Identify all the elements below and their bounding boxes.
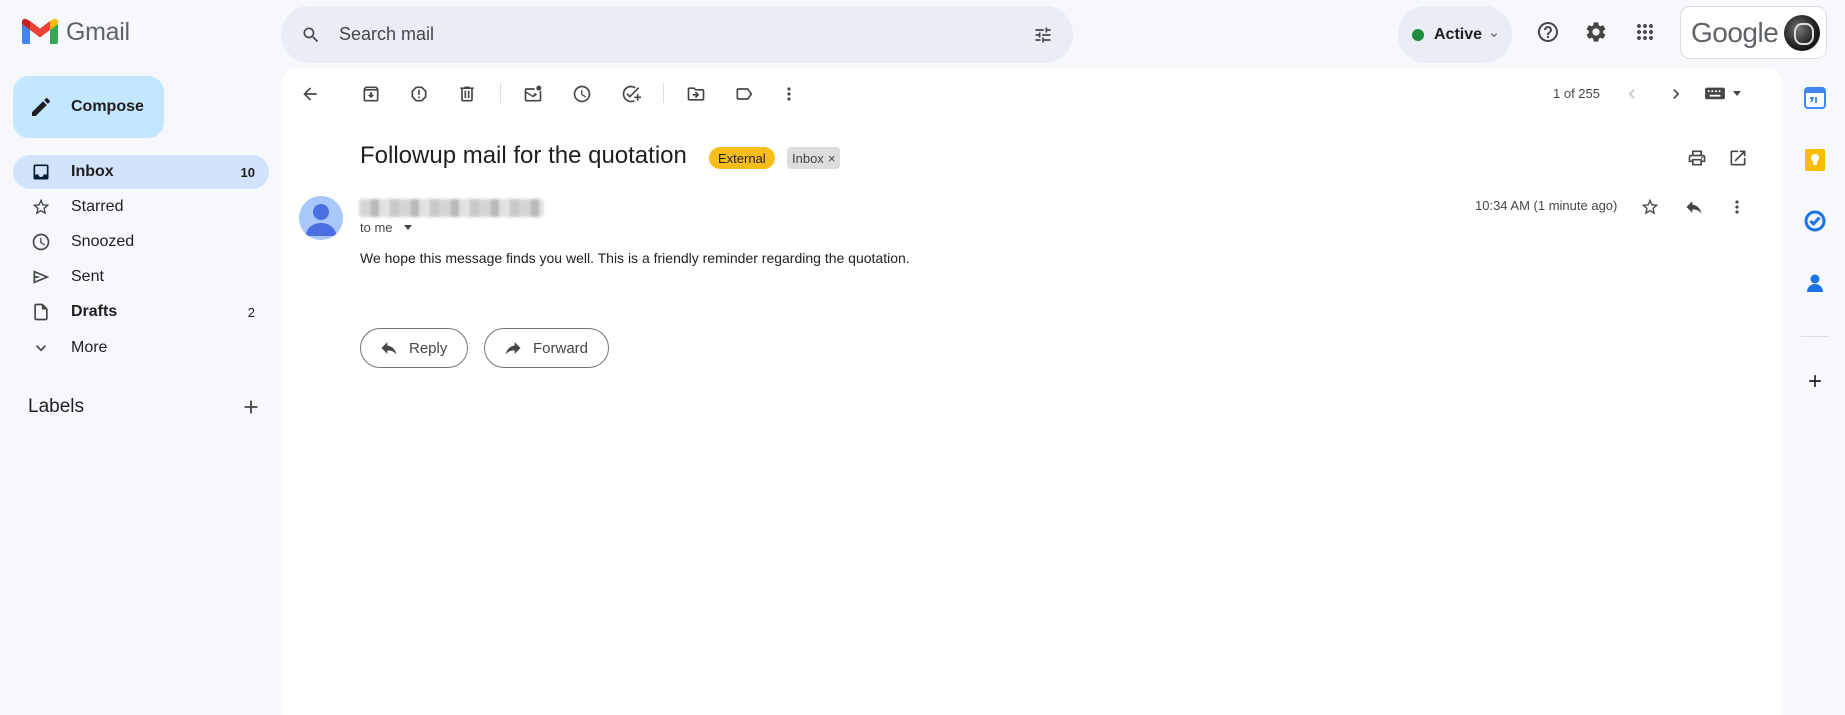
input-tools-button[interactable] [1704,84,1742,102]
sidebar-item-drafts[interactable]: Drafts 2 [13,295,269,329]
plus-icon[interactable] [240,396,262,418]
help-icon[interactable] [1528,12,1568,52]
add-task-icon[interactable] [611,74,651,114]
sidebar-item-starred[interactable]: Starred [13,190,269,224]
sidebar-item-label: More [71,339,108,356]
sidebar-item-inbox[interactable]: Inbox 10 [13,155,269,189]
calendar-icon[interactable] [1803,86,1827,110]
compose-label: Compose [71,98,144,115]
reply-button[interactable]: Reply [360,328,469,368]
search-options-icon[interactable] [1023,15,1063,55]
draft-count: 2 [247,304,255,320]
reply-icon [381,342,397,355]
remove-label-icon[interactable]: × [828,151,836,166]
email-body: We hope this message finds you well. Thi… [360,250,910,266]
apps-grid-icon[interactable] [1625,12,1665,52]
account-switcher[interactable]: Google [1680,6,1827,59]
clock-icon [32,233,50,251]
pagination-count: 1 of 255 [1553,86,1600,101]
compose-button[interactable]: Compose [13,76,164,138]
move-to-folder-icon[interactable] [676,74,716,114]
gmail-m-icon [22,18,58,44]
pencil-icon [32,97,51,116]
chevron-left-icon[interactable] [1612,74,1652,114]
sender-avatar[interactable] [299,196,343,240]
search-input[interactable] [331,24,1023,45]
chevron-down-icon [1491,32,1498,37]
star-icon [32,198,50,215]
caret-down-icon [403,225,412,230]
chevron-down-icon [36,345,46,352]
labels-section: Labels [28,396,262,418]
recipient-details[interactable]: to me [360,220,412,235]
sidebar-item-label: Inbox [71,163,114,180]
sender-name-redacted [359,199,544,217]
caret-down-icon [1733,91,1741,96]
user-avatar[interactable] [1784,14,1820,51]
get-addons-plus-icon[interactable] [1803,369,1827,393]
sidebar-item-sent[interactable]: Sent [13,260,269,294]
mark-unread-icon[interactable] [513,74,553,114]
status-dot-icon [1412,28,1424,41]
gmail-logo[interactable]: Gmail [22,16,130,48]
email-timestamp: 10:34 AM (1 minute ago) [1475,198,1618,213]
search-bar[interactable] [281,6,1073,63]
rail-divider [1801,336,1829,337]
reply-label: Reply [409,339,448,357]
sidebar-item-more[interactable]: More [13,331,269,365]
status-button[interactable]: Active [1398,6,1512,63]
print-icon[interactable] [1677,138,1717,178]
person-icon [305,204,337,236]
inbox-label-text: Inbox [792,150,824,166]
draft-icon [34,303,48,321]
google-wordmark: Google [1691,16,1779,48]
keyboard-icon [1705,87,1725,100]
forward-button[interactable]: Forward [484,328,610,368]
external-badge: External [709,147,775,169]
inbox-label-chip[interactable]: Inbox × [787,147,841,169]
sidebar-item-label: Drafts [71,303,118,320]
back-arrow-icon[interactable] [290,74,330,114]
snooze-clock-icon[interactable] [562,74,602,114]
toolbar-divider [500,83,501,103]
contacts-icon[interactable] [1803,271,1827,295]
star-icon[interactable] [1630,187,1670,227]
reply-arrow-icon[interactable] [1674,187,1714,227]
report-spam-icon[interactable] [399,74,439,114]
labels-title: Labels [28,396,84,417]
sidebar-item-snoozed[interactable]: Snoozed [13,225,269,259]
sidebar-item-label: Starred [71,198,124,215]
sidebar-item-label: Sent [71,268,104,285]
status-label: Active [1434,25,1483,43]
settings-gear-icon[interactable] [1576,12,1616,52]
forward-label: Forward [533,339,589,357]
forward-icon [505,342,521,355]
send-icon [33,270,50,284]
label-tag-icon[interactable] [724,74,764,114]
chevron-right-icon[interactable] [1656,74,1696,114]
open-in-new-window-icon[interactable] [1718,138,1758,178]
more-vert-icon[interactable] [769,74,809,114]
tasks-icon[interactable] [1803,209,1827,233]
more-vert-icon[interactable] [1717,187,1757,227]
toolbar-divider [663,83,664,103]
recipient-text: to me [360,220,393,235]
keep-icon[interactable] [1803,148,1827,172]
delete-trash-icon[interactable] [447,74,487,114]
unread-count: 10 [240,164,255,180]
archive-icon[interactable] [351,74,391,114]
search-icon[interactable] [291,15,331,55]
email-subject: Followup mail for the quotation [360,142,687,169]
sidebar-item-label: Snoozed [71,233,135,250]
inbox-icon [33,164,49,180]
app-name: Gmail [66,17,130,46]
